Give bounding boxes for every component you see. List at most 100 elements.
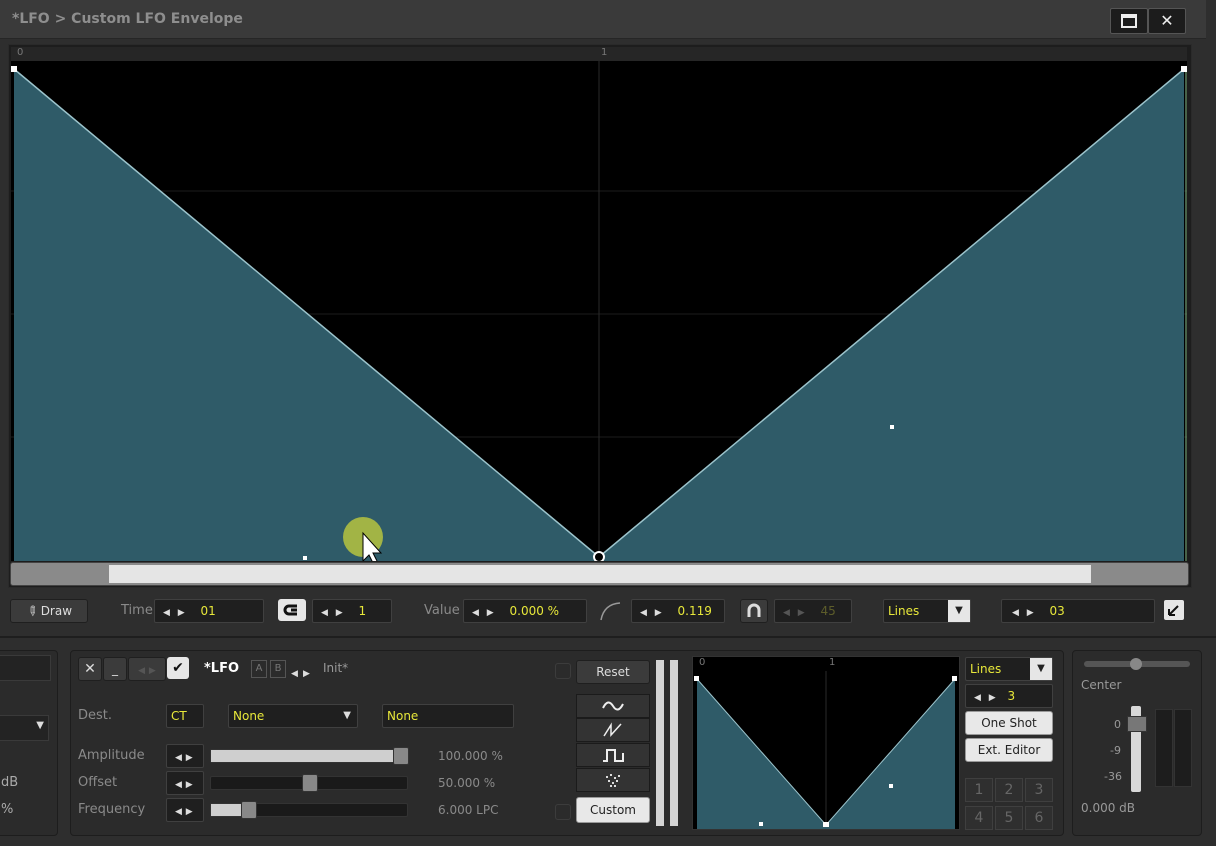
preset-b-button[interactable]: B: [270, 660, 286, 678]
increment-arrow-icon[interactable]: ▶: [186, 753, 193, 763]
points-value: 03: [1049, 604, 1065, 618]
mini-envelope-preview[interactable]: 0 1: [692, 656, 960, 830]
increment-arrow-icon[interactable]: ▶: [178, 608, 185, 618]
increment-arrow-icon[interactable]: ▶: [186, 807, 193, 817]
device-nav-buttons[interactable]: ◀ ▶: [128, 657, 166, 681]
increment-arrow-icon[interactable]: ▶: [186, 780, 193, 790]
dest-label: Dest.: [78, 708, 113, 723]
decrement-arrow-icon[interactable]: ◀: [783, 608, 790, 618]
envelope-graph[interactable]: [11, 61, 1187, 561]
maximize-button[interactable]: [1110, 8, 1148, 34]
dest-param2-field[interactable]: None: [382, 704, 514, 728]
decrement-arrow-icon[interactable]: ◀: [321, 608, 328, 618]
amplitude-arrows[interactable]: ◀ ▶: [166, 744, 204, 768]
increment-arrow-icon[interactable]: ▶: [655, 608, 662, 618]
volume-fader-track[interactable]: [1127, 706, 1147, 792]
next-arrow-icon[interactable]: ▶: [149, 666, 156, 676]
slot-button-6[interactable]: 6: [1025, 806, 1053, 830]
dest-track-value: CT: [171, 709, 187, 723]
pan-knob[interactable]: [1130, 658, 1142, 670]
preset-a-button[interactable]: A: [251, 660, 267, 678]
increment-arrow-icon[interactable]: ▶: [487, 608, 494, 618]
preset-name: Init*: [323, 661, 349, 675]
increment-arrow-icon[interactable]: ▶: [798, 608, 805, 618]
partial-dropdown[interactable]: ▼: [0, 715, 49, 741]
angle-field[interactable]: ◀ ▶ 45: [774, 599, 852, 623]
left-partial-panel: ▼ dB %: [0, 650, 58, 836]
value-field[interactable]: ◀ ▶ 0.000 %: [463, 599, 587, 623]
decrement-arrow-icon[interactable]: ◀: [974, 693, 981, 703]
slot-button-1[interactable]: 1: [965, 778, 993, 802]
volume-fader-knob[interactable]: [1127, 716, 1147, 732]
amplitude-slider[interactable]: [210, 747, 409, 765]
decrement-arrow-icon[interactable]: ◀: [175, 807, 182, 817]
dest-param-dropdown[interactable]: None ▼: [228, 704, 358, 728]
prev-arrow-icon[interactable]: ◀: [138, 666, 145, 676]
draw-button[interactable]: ✎ Draw: [10, 599, 88, 623]
time-ruler[interactable]: 0 1: [11, 47, 1187, 61]
snap-toggle-button[interactable]: [278, 599, 306, 621]
curve-field[interactable]: ◀ ▶ 0.119: [631, 599, 725, 623]
pan-slider[interactable]: [1084, 658, 1190, 670]
minimize-device-button[interactable]: _: [103, 657, 127, 681]
increment-arrow-icon[interactable]: ▶: [989, 693, 996, 703]
saw-shape-button[interactable]: [576, 718, 650, 742]
frequency-slider[interactable]: [210, 801, 408, 819]
offset-slider[interactable]: [210, 774, 408, 792]
slot-button-5[interactable]: 5: [995, 806, 1023, 830]
time-field[interactable]: ◀ ▶ 01: [154, 599, 264, 623]
value-label: Value: [424, 603, 460, 618]
resize-button[interactable]: [1164, 600, 1184, 620]
increment-arrow-icon[interactable]: ▶: [1027, 608, 1034, 618]
decrement-arrow-icon[interactable]: ◀: [163, 608, 170, 618]
dest-param2-value: None: [387, 709, 419, 723]
close-button[interactable]: ✕: [1148, 8, 1186, 34]
frequency-label: Frequency: [78, 802, 146, 817]
square-shape-button[interactable]: [576, 743, 650, 767]
prev-arrow-icon[interactable]: ◀: [291, 669, 298, 679]
ext-editor-button[interactable]: Ext. Editor: [965, 738, 1053, 762]
mini-envelope-svg: [694, 671, 957, 829]
partial-field[interactable]: [0, 655, 51, 681]
level-meter-right: [670, 660, 678, 826]
increment-arrow-icon[interactable]: ▶: [336, 608, 343, 618]
sine-shape-button[interactable]: [576, 694, 650, 718]
amplitude-knob[interactable]: [393, 747, 409, 765]
mini-mode-dropdown[interactable]: Lines ▼: [965, 657, 1053, 681]
one-shot-button[interactable]: One Shot: [965, 711, 1053, 735]
points-field[interactable]: ◀ ▶ 03: [1001, 599, 1155, 623]
snap-value: 1: [358, 604, 367, 618]
resize-arrow-icon: [1168, 605, 1179, 616]
custom-shape-button[interactable]: Custom: [576, 797, 650, 823]
next-arrow-icon[interactable]: ▶: [303, 669, 310, 679]
mini-points-field[interactable]: ◀ ▶ 3: [965, 684, 1053, 708]
device-enabled-checkbox[interactable]: ✔: [167, 657, 189, 679]
slot-button-3[interactable]: 3: [1025, 778, 1053, 802]
random-shape-button[interactable]: [576, 768, 650, 792]
dest-param-value: None: [233, 709, 265, 723]
mini-handle: [889, 784, 893, 788]
decrement-arrow-icon[interactable]: ◀: [472, 608, 479, 618]
snap-field[interactable]: ◀ ▶ 1: [312, 599, 392, 623]
mode-dropdown[interactable]: Lines ▼: [883, 599, 971, 623]
scrollbar-thumb[interactable]: [109, 565, 1091, 583]
decrement-arrow-icon[interactable]: ◀: [175, 780, 182, 790]
mini-point: [952, 676, 957, 681]
decrement-arrow-icon[interactable]: ◀: [640, 608, 647, 618]
decrement-arrow-icon[interactable]: ◀: [1012, 608, 1019, 618]
horizontal-scrollbar[interactable]: [10, 562, 1189, 586]
envelope-svg[interactable]: [11, 61, 1187, 561]
slot-button-4[interactable]: 4: [965, 806, 993, 830]
delete-device-button[interactable]: ✕: [78, 657, 102, 681]
decrement-arrow-icon[interactable]: ◀: [175, 753, 182, 763]
offset-knob[interactable]: [302, 774, 318, 792]
offset-arrows[interactable]: ◀ ▶: [166, 771, 204, 795]
frequency-arrows[interactable]: ◀ ▶: [166, 798, 204, 822]
preset-nav[interactable]: ◀ ▶: [291, 661, 310, 680]
slot-button-2[interactable]: 2: [995, 778, 1023, 802]
dest-track-field[interactable]: CT: [166, 704, 204, 728]
reset-button[interactable]: Reset: [576, 660, 650, 684]
saw-icon: [603, 722, 622, 737]
frequency-knob[interactable]: [241, 801, 257, 819]
angle-snap-button[interactable]: [740, 599, 768, 623]
